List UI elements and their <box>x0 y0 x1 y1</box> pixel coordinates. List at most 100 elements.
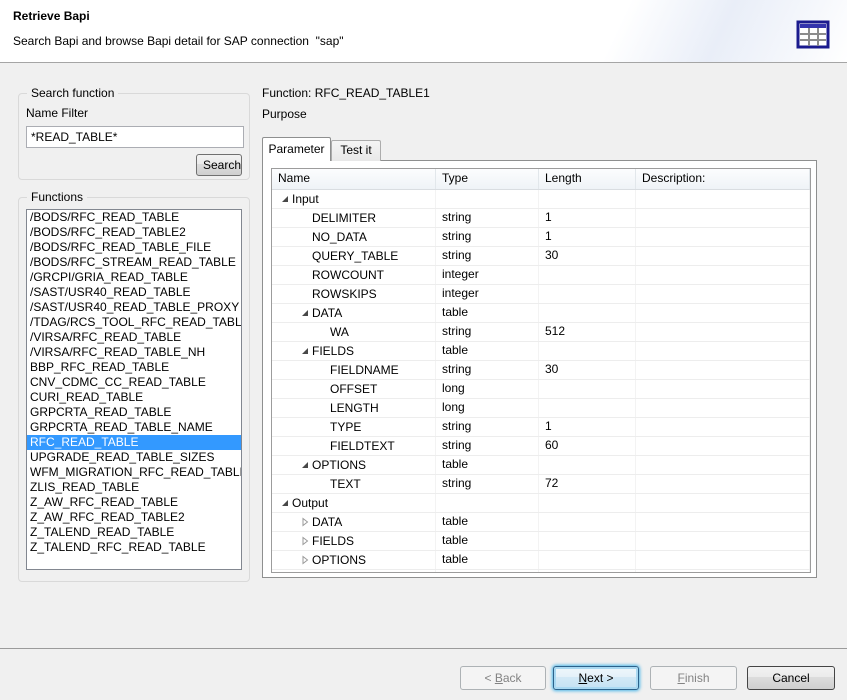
table-row[interactable]: FIELDStable <box>272 532 810 551</box>
parameter-name: FIELDTEXT <box>330 438 395 455</box>
parameter-type: table <box>436 304 539 322</box>
table-row[interactable]: ROWSKIPSinteger <box>272 285 810 304</box>
functions-group: Functions /BODS/RFC_READ_TABLE/BODS/RFC_… <box>18 197 250 582</box>
table-row[interactable]: DELIMITERstring1 <box>272 209 810 228</box>
table-row[interactable]: Output <box>272 494 810 513</box>
table-row[interactable]: NO_DATAstring1 <box>272 228 810 247</box>
parameter-tab-content: NameTypeLengthDescription: InputDELIMITE… <box>262 160 817 578</box>
table-row[interactable]: LENGTHlong <box>272 399 810 418</box>
list-item[interactable]: /BODS/RFC_READ_TABLE_FILE <box>27 240 241 255</box>
parameter-name: OPTIONS <box>312 457 366 474</box>
parameter-description <box>636 209 810 227</box>
name-filter-input[interactable] <box>26 126 244 148</box>
parameter-length: 72 <box>539 475 636 493</box>
expand-toggle-icon-expanded[interactable] <box>280 498 292 508</box>
parameter-description <box>636 551 810 569</box>
table-grid-icon <box>796 19 830 50</box>
list-item[interactable]: Z_TALEND_RFC_READ_TABLE <box>27 540 241 555</box>
expand-toggle-icon-collapsed[interactable] <box>300 517 312 527</box>
parameter-description <box>636 418 810 436</box>
list-item[interactable]: /VIRSA/RFC_READ_TABLE_NH <box>27 345 241 360</box>
column-header-length[interactable]: Length <box>539 169 636 189</box>
list-item[interactable]: BBP_RFC_READ_TABLE <box>27 360 241 375</box>
parameter-length: 30 <box>539 247 636 265</box>
purpose-label: Purpose <box>262 107 307 121</box>
list-item[interactable]: GRPCRTA_READ_TABLE_NAME <box>27 420 241 435</box>
list-item[interactable]: ZLIS_READ_TABLE <box>27 480 241 495</box>
parameter-type: string <box>436 228 539 246</box>
list-item[interactable]: /TDAG/RCS_TOOL_RFC_READ_TABLE <box>27 315 241 330</box>
list-item[interactable]: /BODS/RFC_READ_TABLE <box>27 210 241 225</box>
parameter-type: string <box>436 323 539 341</box>
table-row[interactable]: FIELDTEXTstring60 <box>272 437 810 456</box>
table-row[interactable]: OFFSETlong <box>272 380 810 399</box>
parameter-type: table <box>436 342 539 360</box>
list-item[interactable]: Z_AW_RFC_READ_TABLE <box>27 495 241 510</box>
table-row[interactable]: ROWCOUNT integer <box>272 266 810 285</box>
table-row[interactable]: FIELDNAMEstring30 <box>272 361 810 380</box>
expand-toggle-icon-collapsed[interactable] <box>300 555 312 565</box>
search-button[interactable]: Search <box>196 154 242 176</box>
table-row[interactable] <box>272 570 810 573</box>
parameter-name: OPTIONS <box>312 552 366 569</box>
list-item[interactable]: /SAST/USR40_READ_TABLE_PROXY <box>27 300 241 315</box>
list-item[interactable]: Z_TALEND_READ_TABLE <box>27 525 241 540</box>
parameter-description <box>636 475 810 493</box>
selected-function-label: Function: RFC_READ_TABLE1 <box>262 86 430 100</box>
column-header-description[interactable]: Description: <box>636 169 810 189</box>
expand-toggle-icon-collapsed[interactable] <box>300 536 312 546</box>
list-item[interactable]: /BODS/RFC_READ_TABLE2 <box>27 225 241 240</box>
list-item[interactable]: /SAST/USR40_READ_TABLE <box>27 285 241 300</box>
parameter-table: NameTypeLengthDescription: InputDELIMITE… <box>271 168 811 573</box>
expand-toggle-icon-expanded[interactable] <box>300 460 312 470</box>
functions-list[interactable]: /BODS/RFC_READ_TABLE/BODS/RFC_READ_TABLE… <box>26 209 242 570</box>
list-item[interactable]: /VIRSA/RFC_READ_TABLE <box>27 330 241 345</box>
list-item[interactable]: GRPCRTA_READ_TABLE <box>27 405 241 420</box>
table-row[interactable]: DATAtable <box>272 304 810 323</box>
list-item[interactable]: /GRCPI/GRIA_READ_TABLE <box>27 270 241 285</box>
parameter-length <box>539 380 636 398</box>
table-row[interactable]: TYPEstring1 <box>272 418 810 437</box>
parameter-description <box>636 380 810 398</box>
column-header-type[interactable]: Type <box>436 169 539 189</box>
table-row[interactable]: DATAtable <box>272 513 810 532</box>
column-header-name[interactable]: Name <box>272 169 436 189</box>
list-item[interactable]: UPGRADE_READ_TABLE_SIZES <box>27 450 241 465</box>
list-item[interactable]: /BODS/RFC_STREAM_READ_TABLE <box>27 255 241 270</box>
list-item[interactable]: CURI_READ_TABLE <box>27 390 241 405</box>
parameter-type: table <box>436 456 539 474</box>
list-item[interactable]: Z_AW_RFC_READ_TABLE2 <box>27 510 241 525</box>
cancel-button[interactable]: Cancel <box>747 666 835 690</box>
finish-button: Finish <box>650 666 737 690</box>
parameter-type: integer <box>436 285 539 303</box>
table-row[interactable]: OPTIONS table <box>272 456 810 475</box>
table-row[interactable]: WAstring512 <box>272 323 810 342</box>
table-row[interactable]: Input <box>272 190 810 209</box>
parameter-name: FIELDS <box>312 343 354 360</box>
parameter-length <box>539 494 636 512</box>
tab-parameter[interactable]: Parameter <box>262 137 331 161</box>
parameter-length <box>539 304 636 322</box>
parameter-length <box>539 456 636 474</box>
parameter-type: integer <box>436 266 539 284</box>
parameter-type: table <box>436 551 539 569</box>
table-row[interactable]: QUERY_TABLEstring30 <box>272 247 810 266</box>
expand-toggle-icon-expanded[interactable] <box>300 346 312 356</box>
parameter-length <box>539 570 636 573</box>
parameter-type: string <box>436 475 539 493</box>
expand-toggle-icon-expanded[interactable] <box>280 194 292 204</box>
next-button[interactable]: Next > <box>553 666 639 690</box>
parameter-description <box>636 190 810 208</box>
table-row[interactable]: FIELDS table <box>272 342 810 361</box>
list-item-selected[interactable]: RFC_READ_TABLE <box>27 435 241 450</box>
table-row[interactable]: OPTIONS table <box>272 551 810 570</box>
table-row[interactable]: TEXTstring72 <box>272 475 810 494</box>
parameter-name: FIELDNAME <box>330 362 399 379</box>
parameter-description <box>636 532 810 550</box>
parameter-name: ROWCOUNT <box>312 267 384 284</box>
parameter-length: 1 <box>539 209 636 227</box>
list-item[interactable]: WFM_MIGRATION_RFC_READ_TABLE <box>27 465 241 480</box>
tab-test-it[interactable]: Test it <box>331 140 381 161</box>
list-item[interactable]: CNV_CDMC_CC_READ_TABLE <box>27 375 241 390</box>
expand-toggle-icon-expanded[interactable] <box>300 308 312 318</box>
